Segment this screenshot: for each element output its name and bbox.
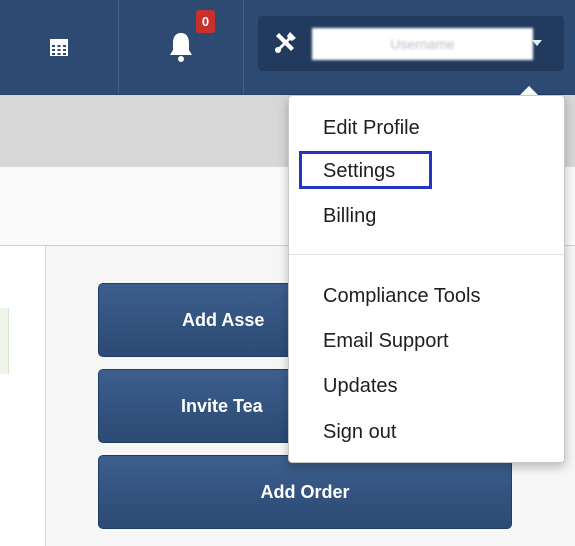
bell-icon: [169, 33, 192, 62]
user-name: Username: [312, 28, 533, 60]
calendar-button[interactable]: [0, 0, 119, 94]
invite-team-label: Invite Tea: [181, 395, 263, 416]
left-panel-highlight: [0, 308, 9, 374]
left-panel: [0, 246, 46, 546]
dropdown-pointer: [520, 86, 538, 95]
menu-item-sign-out[interactable]: Sign out: [323, 421, 396, 444]
menu-item-edit-profile[interactable]: Edit Profile: [323, 117, 420, 140]
menu-item-compliance-tools[interactable]: Compliance Tools: [323, 285, 481, 308]
notifications-button[interactable]: [118, 0, 244, 94]
calendar-icon: [50, 39, 68, 56]
caret-down-icon: [532, 40, 542, 46]
add-order-button[interactable]: Add Order: [98, 455, 512, 529]
menu-divider: [289, 254, 564, 255]
menu-item-updates[interactable]: Updates: [323, 375, 398, 398]
tools-icon: [275, 32, 296, 53]
add-asset-label: Add Asse: [182, 309, 265, 330]
notification-count-badge: 0: [196, 10, 215, 33]
menu-item-settings[interactable]: Settings: [323, 160, 395, 183]
add-order-label: Add Order: [260, 481, 350, 502]
menu-item-billing[interactable]: Billing: [323, 205, 376, 228]
menu-item-email-support[interactable]: Email Support: [323, 330, 449, 353]
user-menu-button[interactable]: Username: [258, 16, 564, 71]
top-navbar: 0 Username: [0, 0, 575, 95]
user-dropdown-menu: Edit Profile Settings Billing Compliance…: [288, 95, 565, 463]
